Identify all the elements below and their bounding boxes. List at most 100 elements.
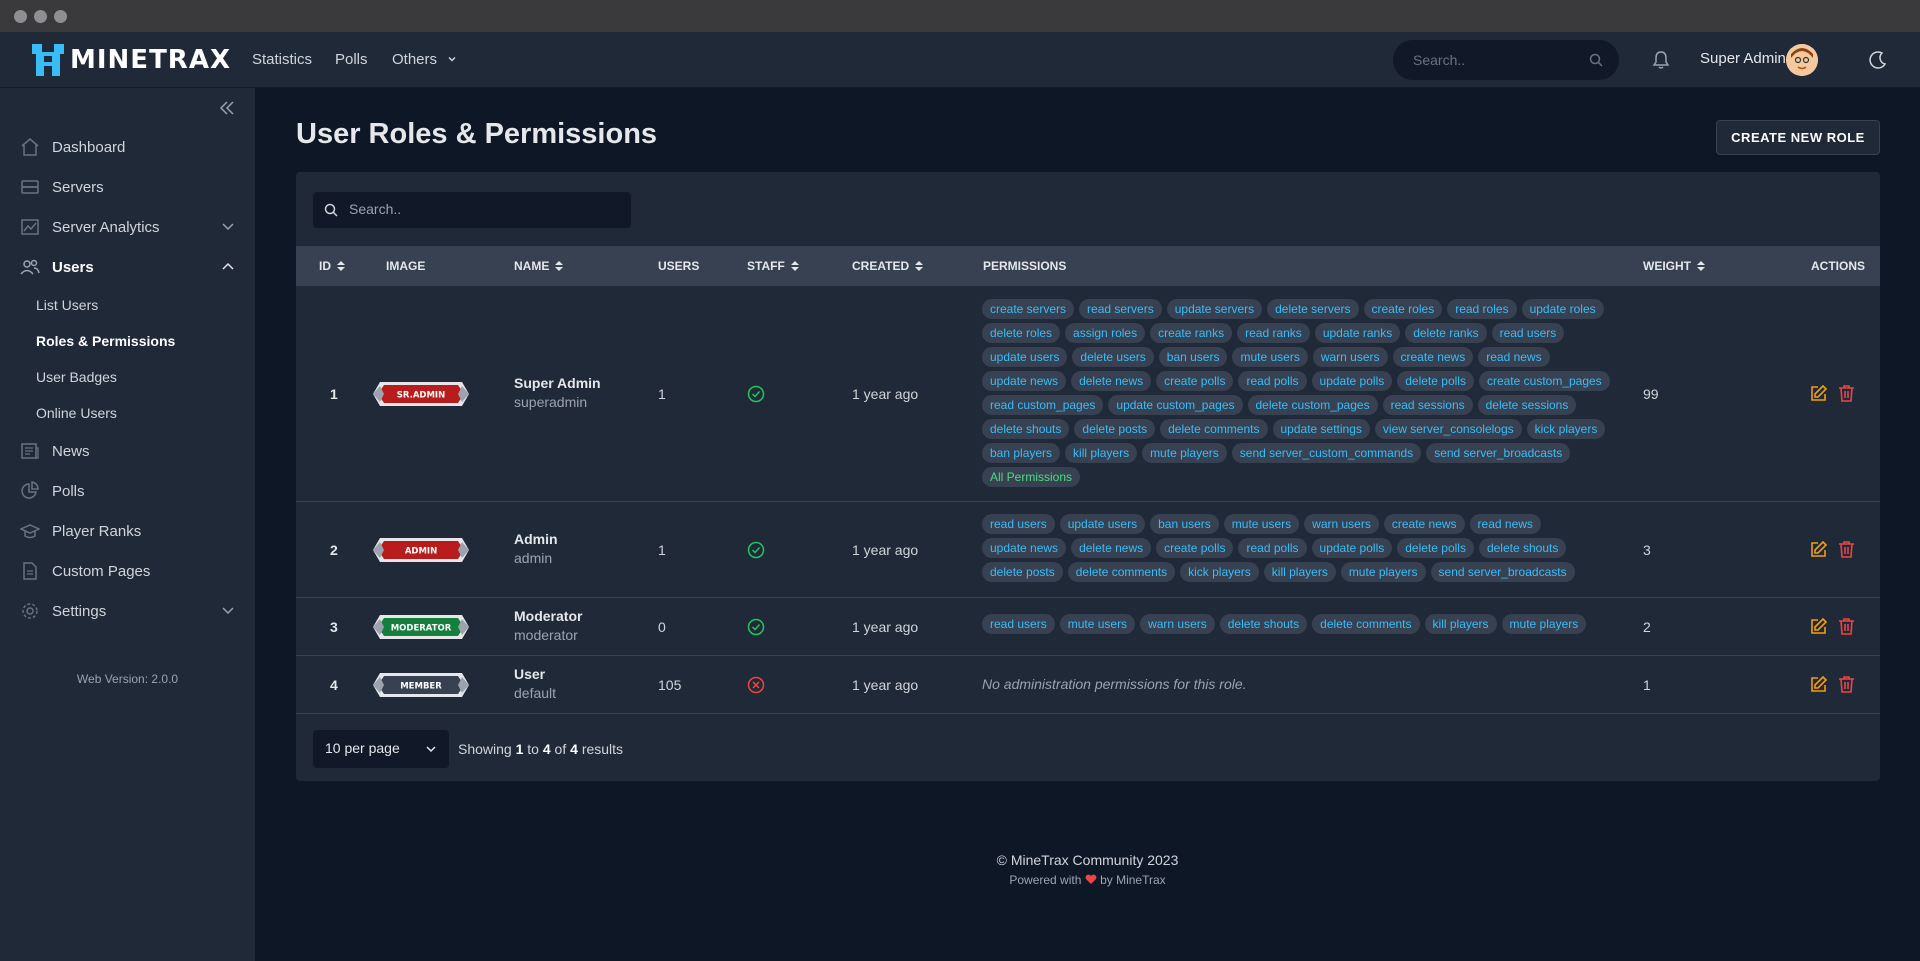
heart-icon <box>1085 874 1097 884</box>
brand-logo[interactable]: MINETRAX <box>32 42 231 78</box>
user-avatar[interactable] <box>1786 44 1818 76</box>
collapse-sidebar-icon[interactable] <box>218 100 236 116</box>
role-name-cell: Moderator moderator <box>514 608 582 643</box>
results-to: 4 <box>542 741 551 757</box>
chevron-down-icon <box>222 223 234 231</box>
role-name-cell: User default <box>514 666 556 701</box>
newspaper-icon <box>21 443 39 459</box>
edit-icon[interactable] <box>1809 675 1828 694</box>
window-titlebar <box>0 0 1920 32</box>
role-created: 1 year ago <box>852 677 919 693</box>
edit-icon[interactable] <box>1809 617 1828 636</box>
permission-tag: delete comments <box>1160 419 1268 439</box>
search-icon <box>324 203 338 217</box>
sidebar-subitem-roles-permissions[interactable]: Roles & Permissions <box>36 333 175 349</box>
column-header-id[interactable]: ID <box>319 259 345 273</box>
nav-statistics[interactable]: Statistics <box>252 51 312 68</box>
permission-tag: create ranks <box>1150 323 1233 343</box>
sidebar-item-polls[interactable]: Polls <box>20 479 235 503</box>
permission-tag: view server_consolelogs <box>1374 419 1522 439</box>
sidebar-subitem-list-users[interactable]: List Users <box>36 297 98 313</box>
sidebar-item-news[interactable]: News <box>20 439 235 463</box>
nav-others[interactable]: Others <box>392 51 457 68</box>
users-icon <box>20 259 40 275</box>
permission-tag: update ranks <box>1314 323 1401 343</box>
footer-powered: Powered with by MineTrax <box>0 873 1920 887</box>
table-search-input[interactable]: Search.. <box>313 192 631 228</box>
home-icon <box>21 138 39 156</box>
footer-powered-suffix: by MineTrax <box>1100 873 1166 887</box>
role-users-count: 1 <box>658 542 666 558</box>
sidebar-subitem-user-badges[interactable]: User Badges <box>36 369 117 385</box>
permission-tag: update news <box>982 371 1067 391</box>
permission-tag: delete shouts <box>982 419 1070 439</box>
sidebar-item-label: News <box>52 442 90 460</box>
edit-icon[interactable] <box>1809 540 1828 559</box>
row-actions <box>1809 675 1855 694</box>
sidebar-item-custom-pages[interactable]: Custom Pages <box>20 559 235 583</box>
column-header-staff[interactable]: STAFF <box>747 259 799 273</box>
role-id: 2 <box>330 542 338 558</box>
table-row: 4 MEMBER User default 105 1 year ago No admini… <box>296 656 1880 714</box>
permission-tag: update news <box>982 538 1067 558</box>
nav-polls[interactable]: Polls <box>335 51 368 68</box>
sidebar-item-dashboard[interactable]: Dashboard <box>20 135 235 159</box>
avatar-face-icon <box>1786 44 1818 76</box>
permission-tag: update users <box>1059 514 1146 534</box>
edit-icon[interactable] <box>1809 384 1828 403</box>
staff-no-icon <box>747 676 765 697</box>
top-navbar: MINETRAX Statistics Polls Others Search.… <box>0 32 1920 88</box>
permission-tag: read users <box>982 514 1055 534</box>
all-permissions-tag: All Permissions <box>982 467 1081 487</box>
sidebar-subitem-online-users[interactable]: Online Users <box>36 405 117 421</box>
permission-tag: mute players <box>1340 562 1426 582</box>
permission-tag: read servers <box>1079 299 1162 319</box>
permission-tag: read users <box>1491 323 1565 343</box>
moon-icon[interactable] <box>1868 50 1888 70</box>
column-header-created[interactable]: CREATED <box>852 259 924 273</box>
permission-tag: create polls <box>1156 371 1234 391</box>
sidebar-item-player-ranks[interactable]: Player Ranks <box>20 519 235 543</box>
permission-tag: read users <box>982 614 1055 634</box>
permission-tag: update users <box>982 347 1068 367</box>
sidebar-item-servers[interactable]: Servers <box>20 175 235 199</box>
create-new-role-button[interactable]: CREATE NEW ROLE <box>1716 120 1880 155</box>
sidebar-item-users[interactable]: Users <box>20 255 235 279</box>
delete-icon[interactable] <box>1838 617 1855 636</box>
column-header-weight[interactable]: WEIGHT <box>1643 259 1705 273</box>
permission-tag: create news <box>1392 347 1474 367</box>
permission-tag: create custom_pages <box>1478 371 1610 391</box>
window-maximize-button[interactable] <box>54 10 67 23</box>
permission-tag: ban users <box>1158 347 1228 367</box>
sidebar-item-server-analytics[interactable]: Server Analytics <box>20 215 235 239</box>
role-slug: superadmin <box>514 394 588 410</box>
permission-tag: delete polls <box>1397 538 1474 558</box>
staff-yes-icon <box>747 385 765 406</box>
delete-icon[interactable] <box>1838 540 1855 559</box>
global-search-input[interactable]: Search.. <box>1393 40 1619 80</box>
per-page-select[interactable]: 10 per page <box>313 730 449 768</box>
column-header-name[interactable]: NAME <box>514 259 564 273</box>
role-weight: 2 <box>1643 619 1651 635</box>
footer-copyright: © MineTrax Community 2023 <box>996 852 1179 868</box>
role-created: 1 year ago <box>852 619 919 635</box>
graduation-icon <box>20 524 40 539</box>
permission-tag: delete ranks <box>1405 323 1487 343</box>
permission-tag: delete shouts <box>1219 614 1308 634</box>
role-slug: admin <box>514 550 553 566</box>
delete-icon[interactable] <box>1838 675 1855 694</box>
delete-icon[interactable] <box>1838 384 1855 403</box>
permission-tag: delete news <box>1071 538 1152 558</box>
sidebar-item-settings[interactable]: Settings <box>20 599 235 623</box>
bell-icon[interactable] <box>1652 50 1670 70</box>
nav-others-label: Others <box>392 51 438 68</box>
page-title: User Roles & Permissions <box>296 118 658 150</box>
window-close-button[interactable] <box>14 10 27 23</box>
sort-icon <box>1697 261 1705 271</box>
column-header-label: WEIGHT <box>1643 259 1691 273</box>
role-slug: moderator <box>514 627 578 643</box>
permission-tag: read news <box>1478 347 1550 367</box>
role-name: Super Admin <box>514 375 601 391</box>
window-minimize-button[interactable] <box>34 10 47 23</box>
current-user-name[interactable]: Super Admin <box>1700 50 1786 67</box>
